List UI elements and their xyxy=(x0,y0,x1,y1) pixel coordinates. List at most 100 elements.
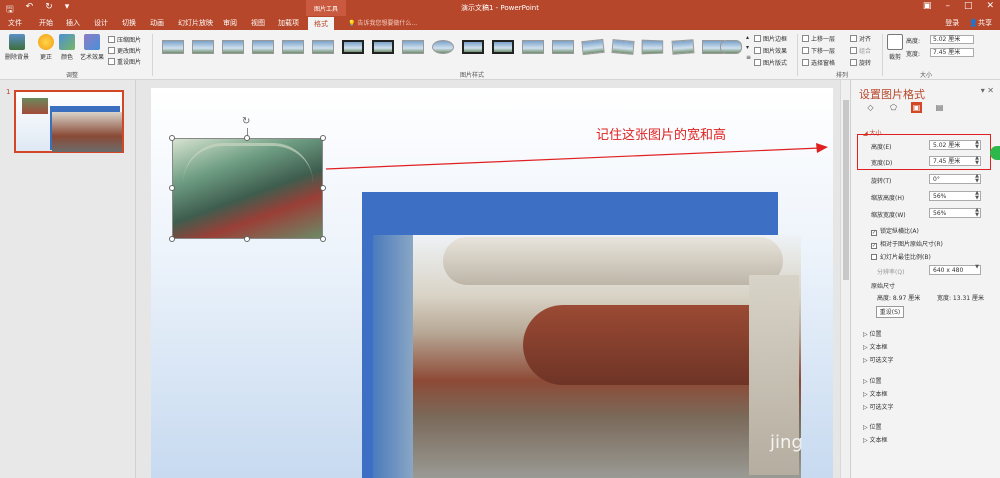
share-button[interactable]: 👤共享 xyxy=(969,18,992,28)
change-picture-button[interactable]: 更改图片 xyxy=(108,46,141,55)
group-button[interactable]: 组合 xyxy=(850,46,871,55)
tab-animations[interactable]: 动画 xyxy=(150,18,164,28)
rotate-handle-icon[interactable]: ↻ xyxy=(242,116,250,127)
fill-line-icon[interactable]: ◇ xyxy=(865,102,876,113)
rotation-input[interactable]: 0° ▲ ▼ xyxy=(929,174,981,184)
remove-background-button[interactable]: 删除背景 xyxy=(4,34,30,61)
picture-style-2[interactable] xyxy=(192,40,214,54)
best-scale-checkbox[interactable]: 幻灯片最佳比例(B) xyxy=(871,252,931,261)
selection-pane-button[interactable]: 选择窗格 xyxy=(802,58,835,67)
picture-style-6[interactable] xyxy=(312,40,334,54)
scale-width-input[interactable]: 56% ▲ ▼ xyxy=(929,208,981,218)
picture-style-17[interactable] xyxy=(641,39,664,55)
picture-style-12[interactable] xyxy=(492,40,514,54)
picture-effects-button[interactable]: 图片效果 xyxy=(754,46,787,55)
resolution-select[interactable]: 640 x 480 ▼ xyxy=(929,265,981,275)
picture-icon[interactable]: ▤ xyxy=(934,102,945,113)
ribbon-width-input[interactable]: 7.45 厘米 xyxy=(930,48,974,57)
picture-style-5[interactable] xyxy=(282,40,304,54)
resize-handle[interactable] xyxy=(169,185,175,191)
picture-style-13[interactable] xyxy=(522,40,544,54)
ribbon-display-icon[interactable]: ▣ xyxy=(923,1,932,11)
tab-addins[interactable]: 加载项 xyxy=(278,18,299,28)
maximize-icon[interactable]: □ xyxy=(964,1,973,11)
picture-style-7[interactable] xyxy=(342,40,364,54)
align-button[interactable]: 对齐 xyxy=(850,34,871,43)
tab-review[interactable]: 审阅 xyxy=(223,18,237,28)
picture-style-10[interactable] xyxy=(432,40,454,54)
vertical-scrollbar[interactable] xyxy=(840,80,850,478)
tab-file[interactable]: 文件 xyxy=(8,18,22,28)
picture-style-3[interactable] xyxy=(222,40,244,54)
picture-style-4[interactable] xyxy=(252,40,274,54)
relative-original-checkbox[interactable]: ✓ 相对于图片原始尺寸(R) xyxy=(871,239,943,249)
styles-more-icon[interactable]: ≡ xyxy=(746,54,751,61)
reset-picture-button[interactable]: 重设图片 xyxy=(108,57,141,66)
lock-aspect-checkbox[interactable]: ✓ 锁定纵横比(A) xyxy=(871,226,919,236)
styles-scroll-up-icon[interactable]: ▴ xyxy=(746,34,749,41)
picture-style-18[interactable] xyxy=(671,39,695,55)
styles-scroll-down-icon[interactable]: ▾ xyxy=(746,44,749,51)
picture-style-14[interactable] xyxy=(552,40,574,54)
tab-view[interactable]: 视图 xyxy=(251,18,265,28)
section-position[interactable]: ▷ 位置 xyxy=(863,329,882,338)
tab-transitions[interactable]: 切换 xyxy=(122,18,136,28)
scrollbar-thumb[interactable] xyxy=(843,100,849,280)
ribbon-tabs: 文件 开始 插入 设计 切换 动画 幻灯片放映 审阅 视图 加载项 格式 💡 告… xyxy=(0,16,1000,30)
login-link[interactable]: 登录 xyxy=(945,18,959,28)
picture-style-20[interactable] xyxy=(720,40,742,54)
crop-button[interactable]: 裁剪 xyxy=(886,34,904,61)
resize-handle[interactable] xyxy=(169,236,175,242)
scale-height-spinner-icon[interactable]: ▲ ▼ xyxy=(975,191,979,201)
close-icon[interactable]: ✕ xyxy=(986,1,994,11)
rotate-button[interactable]: 旋转 xyxy=(850,58,871,67)
resize-handle[interactable] xyxy=(244,135,250,141)
resize-handle[interactable] xyxy=(244,236,250,242)
section-position[interactable]: ▷ 位置 xyxy=(863,376,882,385)
effects-icon[interactable]: ⬠ xyxy=(888,102,899,113)
picture-style-1[interactable] xyxy=(162,40,184,54)
send-backward-button[interactable]: 下移一层 xyxy=(802,46,835,55)
reset-size-button[interactable]: 重设(S) xyxy=(876,306,904,318)
tab-home[interactable]: 开始 xyxy=(39,18,53,28)
slide-thumbnail[interactable] xyxy=(14,90,124,153)
section-textbox[interactable]: ▷ 文本框 xyxy=(863,435,888,444)
section-position[interactable]: ▷ 位置 xyxy=(863,422,882,431)
pane-close-icon[interactable]: ▾ ✕ xyxy=(981,86,994,95)
floating-assistant-icon[interactable] xyxy=(990,146,1000,160)
section-textbox[interactable]: ▷ 文本框 xyxy=(863,389,888,398)
picture-style-11[interactable] xyxy=(462,40,484,54)
tell-me-search[interactable]: 💡 告诉我您想要做什么... xyxy=(348,18,417,27)
section-alt-text[interactable]: ▷ 可选文字 xyxy=(863,402,894,411)
bring-forward-button[interactable]: 上移一层 xyxy=(802,34,835,43)
resize-handle[interactable] xyxy=(320,185,326,191)
scale-width-spinner-icon[interactable]: ▲ ▼ xyxy=(975,208,979,218)
picture-layout-button[interactable]: 图片版式 xyxy=(754,58,787,67)
rotation-spinner-icon[interactable]: ▲ ▼ xyxy=(975,174,979,184)
large-industrial-picture[interactable] xyxy=(373,235,801,478)
resize-handle[interactable] xyxy=(320,236,326,242)
scale-height-input[interactable]: 56% ▲ ▼ xyxy=(929,191,981,201)
compress-pictures-button[interactable]: 压缩图片 xyxy=(108,35,141,44)
section-textbox[interactable]: ▷ 文本框 xyxy=(863,342,888,351)
resize-handle[interactable] xyxy=(320,135,326,141)
tab-insert[interactable]: 插入 xyxy=(66,18,80,28)
picture-style-15[interactable] xyxy=(581,38,605,56)
tab-format[interactable]: 格式 xyxy=(308,17,334,30)
ribbon-height-input[interactable]: 5.02 厘米 xyxy=(930,35,974,44)
picture-style-9[interactable] xyxy=(402,40,424,54)
slide-canvas[interactable]: ↻ xyxy=(151,88,833,478)
tab-design[interactable]: 设计 xyxy=(94,18,108,28)
corrections-button[interactable]: 更正 xyxy=(36,34,56,61)
color-button[interactable]: 颜色 xyxy=(58,34,76,61)
minimize-icon[interactable]: – xyxy=(945,1,950,11)
section-alt-text[interactable]: ▷ 可选文字 xyxy=(863,355,894,364)
picture-style-8[interactable] xyxy=(372,40,394,54)
size-properties-icon[interactable]: ▣ xyxy=(911,102,922,113)
selected-small-picture[interactable] xyxy=(172,138,323,239)
picture-border-button[interactable]: 图片边框 xyxy=(754,34,787,43)
resize-handle[interactable] xyxy=(169,135,175,141)
artistic-effects-button[interactable]: 艺术效果 xyxy=(78,34,106,61)
picture-style-16[interactable] xyxy=(611,39,635,55)
tab-slideshow[interactable]: 幻灯片放映 xyxy=(178,18,213,28)
